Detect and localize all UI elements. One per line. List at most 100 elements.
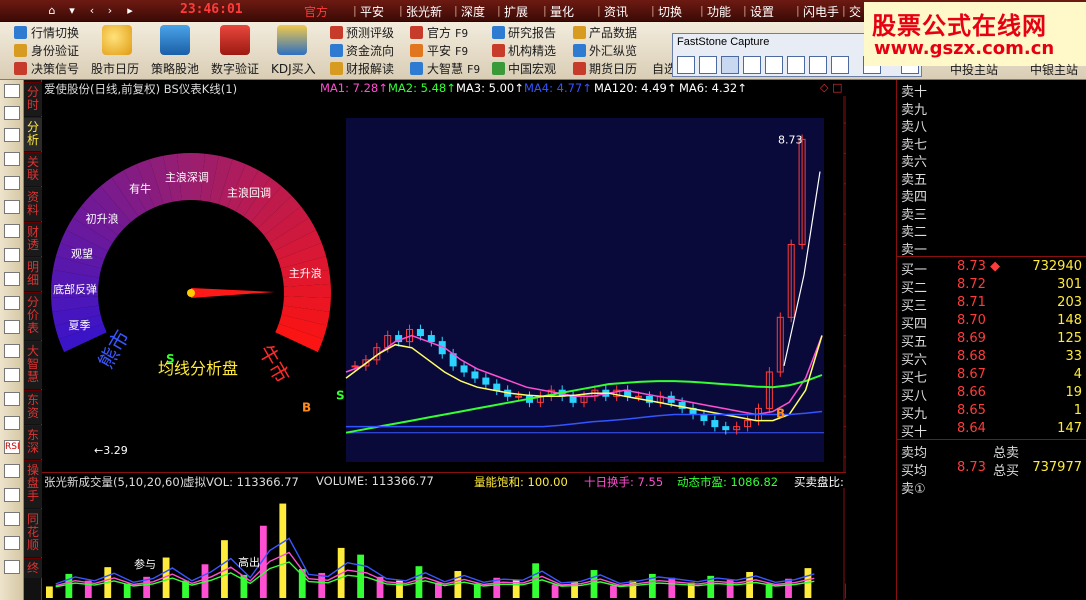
order-book-buy-row[interactable]: 买四 8.70 148 [897,312,1086,332]
vertical-tab-5[interactable]: 明细 [24,257,42,291]
order-book-buy-row[interactable]: 买三 8.71 203 [897,294,1086,314]
tool-icon[interactable] [4,512,20,526]
vertical-tab-0[interactable]: 分时 [24,82,42,116]
vertical-tab-1[interactable]: 分析 [24,117,42,151]
menu-item-1[interactable]: 平安 [360,3,384,20]
link-zhongyin[interactable]: 中银主站 [1030,61,1078,78]
vertical-tab-11[interactable]: 同花顺 [24,509,42,557]
menu-item-6[interactable]: 资讯 [604,3,628,20]
dzh-icon [410,62,423,75]
back-icon[interactable]: ‹ [84,3,100,18]
toolbar-big-button[interactable]: 策略股池 [151,60,199,77]
link-zhongtou[interactable]: 中投主站 [950,61,998,78]
pool-icon [160,25,190,55]
chart-controls[interactable]: ◇ □ [820,81,842,94]
doc-icon[interactable] [4,320,20,334]
home-icon[interactable]: ⌂ [44,3,60,18]
f10-icon[interactable] [4,272,20,286]
capture-window-icon[interactable] [677,56,695,74]
rsi-icon[interactable]: RSI [4,440,20,454]
toolbar-big-button[interactable]: KDJ买入 [271,60,316,77]
order-book-buy-row[interactable]: 买二 8.72 301 [897,276,1086,296]
capture-freehand-icon[interactable] [743,56,761,74]
news-icon[interactable] [4,296,20,310]
order-book-buy-row[interactable]: 买六 8.68 33 [897,348,1086,368]
f12-icon[interactable] [4,344,20,358]
candle-icon[interactable] [4,248,20,262]
vertical-tab-12[interactable]: 终 [24,558,42,578]
toolbar-big-button[interactable]: 数字验证 [211,60,259,77]
toolbar-item[interactable]: 平安 F9 [427,42,468,59]
money-icon[interactable] [4,464,20,478]
volume-bar [610,585,617,598]
toolbar-item[interactable]: 预测评级 [346,24,394,41]
toolbar-item[interactable]: 资金流向 [346,42,394,59]
capture-fixed-icon[interactable] [809,56,827,74]
menu-item-3[interactable]: 深度 [461,3,485,20]
menu-item-11[interactable]: 交 [849,3,861,20]
menu-item-0[interactable]: 官方 [304,3,328,20]
vertical-tab-4[interactable]: 财透 [24,222,42,256]
menu-item-7[interactable]: 切换 [658,3,682,20]
menu-item-9[interactable]: 设置 [750,3,774,20]
toolbar-item[interactable]: 决策信号 [31,60,79,77]
vertical-tab-9[interactable]: 东深 [24,425,42,459]
toolbar-big-button[interactable]: 股市日历 [91,60,139,77]
gauge-hub [187,289,195,297]
arrow-left-icon[interactable] [4,84,20,98]
table-icon[interactable] [4,392,20,406]
toolbar-item[interactable]: 行情切换 [31,24,79,41]
arrow-down-icon[interactable] [4,128,20,142]
toolbar-item[interactable]: 中国宏观 [508,60,556,77]
volume-chart[interactable]: 参与高出100005000X100 [42,488,846,600]
grid-icon[interactable] [4,176,20,190]
f5-icon[interactable] [4,536,20,550]
menu-item-5[interactable]: 量化 [550,3,574,20]
toolbar-item[interactable]: 官方 F9 [427,24,468,41]
menu-item-8[interactable]: 功能 [707,3,731,20]
forward-icon[interactable]: › [102,3,118,18]
list-icon[interactable] [4,152,20,166]
watermark-title: 股票公式在线网 [872,12,1047,40]
line-chart-icon[interactable] [4,200,20,214]
toolbar-item[interactable]: 财报解读 [346,60,394,77]
menu-item-4[interactable]: 扩展 [504,3,528,20]
capture-rect-icon[interactable] [721,56,739,74]
toolbar-item[interactable]: 机构精选 [508,42,556,59]
bar-chart-icon[interactable] [4,224,20,238]
order-book-buy-row[interactable]: 买五 8.69 125 [897,330,1086,350]
toolbar-item[interactable]: 外汇纵览 [589,42,637,59]
vertical-tab-10[interactable]: 操盘手 [24,460,42,508]
menu-item-2[interactable]: 张光新 [406,3,442,20]
capture-video-icon[interactable] [831,56,849,74]
vertical-tab-8[interactable]: 东资 [24,390,42,424]
formula-icon[interactable] [4,368,20,382]
arrow-up-icon[interactable] [4,106,20,120]
capture-fullscreen-icon[interactable] [765,56,783,74]
capture-scroll-icon[interactable] [787,56,805,74]
toolbar-item[interactable]: 身份验证 [31,42,79,59]
dropdown-icon[interactable]: ▾ [64,3,80,18]
capture-object-icon[interactable] [699,56,717,74]
vertical-tab-3[interactable]: 资料 [24,187,42,221]
toolbar-item[interactable]: 大智慧 F9 [427,60,480,77]
order-book-buy-row[interactable]: 买一 8.73 ◆ 732940 [897,258,1086,278]
refresh-icon[interactable] [4,560,20,574]
order-book-buy-row[interactable]: 买十 8.64 147 [897,420,1086,440]
toolbar-item[interactable]: 产品数据 [589,24,637,41]
vertical-tab-7[interactable]: 大智慧 [24,341,42,389]
wave-icon[interactable] [4,416,20,430]
toolbar-item[interactable]: 研究报告 [508,24,556,41]
expand-icon[interactable]: ▸ [122,3,138,18]
menu-item-10[interactable]: 闪电手 [803,3,839,20]
order-book-buy-row[interactable]: 买七 8.67 4 [897,366,1086,386]
verify-icon [14,44,27,57]
order-book-buy-row[interactable]: 买八 8.66 19 [897,384,1086,404]
toolbar-item[interactable]: 期货日历 [589,60,637,77]
order-book-buy-row[interactable]: 买九 8.65 1 [897,402,1086,422]
vertical-tab-2[interactable]: 关联 [24,152,42,186]
menu-separator: | [399,4,403,17]
vertical-tab-6[interactable]: 分价表 [24,292,42,340]
pencil-icon[interactable] [4,488,20,502]
order-book-sell-row: 卖八 [897,115,1086,135]
